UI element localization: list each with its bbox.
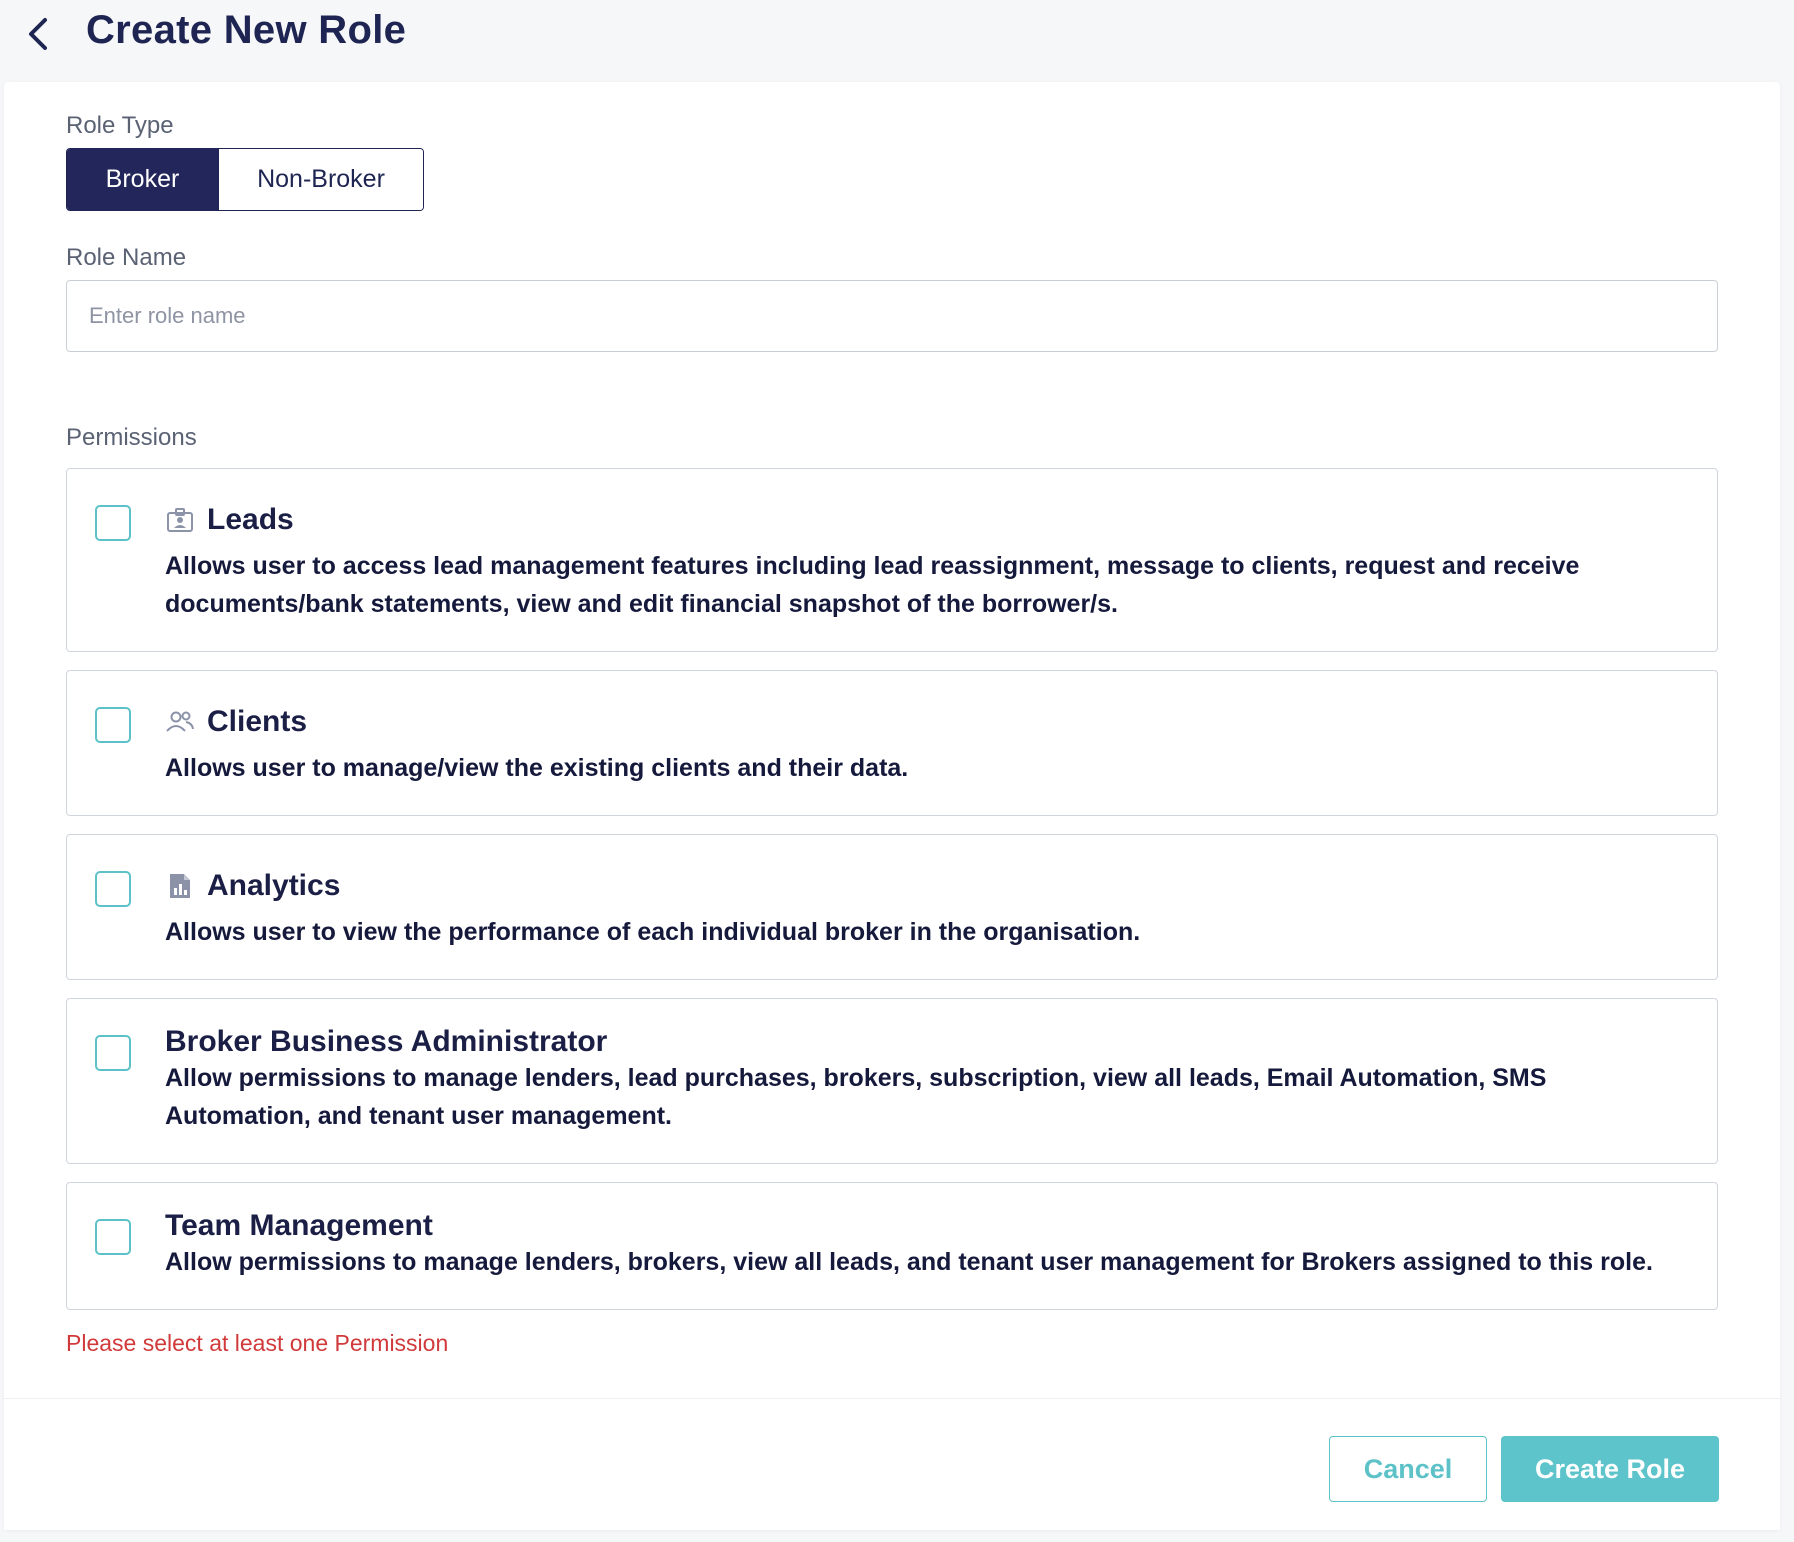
leads-description: Allows user to access lead management fe… bbox=[165, 552, 1580, 618]
page-title: Create New Role bbox=[86, 8, 407, 52]
role-name-input[interactable] bbox=[66, 280, 1718, 352]
broker-business-administrator-title: Broker Business Administrator bbox=[165, 1025, 608, 1058]
role-type-non-broker-button[interactable]: Non-Broker bbox=[218, 149, 423, 210]
chevron-left-icon bbox=[29, 18, 47, 50]
role-name-label: Role Name bbox=[66, 244, 187, 271]
permissions-error-message: Please select at least one Permission bbox=[66, 1330, 449, 1356]
form-footer: Cancel Create Role bbox=[4, 1398, 1780, 1530]
team-management-description: Allow permissions to manage lenders, bro… bbox=[165, 1248, 1653, 1276]
report-chart-icon bbox=[165, 871, 195, 901]
role-type-label: Role Type bbox=[66, 112, 174, 139]
analytics-checkbox[interactable] bbox=[95, 871, 131, 907]
create-role-button[interactable]: Create Role bbox=[1501, 1436, 1719, 1502]
id-badge-icon bbox=[165, 505, 195, 535]
clients-title: Clients bbox=[207, 705, 308, 738]
permissions-label: Permissions bbox=[66, 424, 197, 451]
team-management-title: Team Management bbox=[165, 1209, 433, 1242]
role-type-toggle: Broker Non-Broker bbox=[66, 148, 424, 211]
broker-business-administrator-checkbox[interactable] bbox=[95, 1035, 131, 1071]
page-header: Create New Role bbox=[0, 0, 1794, 80]
permission-card-leads: Leads Allows user to access lead managem… bbox=[66, 468, 1718, 652]
analytics-title: Analytics bbox=[207, 869, 341, 902]
leads-checkbox[interactable] bbox=[95, 505, 131, 541]
permission-card-analytics: Analytics Allows user to view the perfor… bbox=[66, 834, 1718, 980]
leads-title: Leads bbox=[207, 503, 294, 536]
cancel-button[interactable]: Cancel bbox=[1329, 1436, 1487, 1502]
team-management-checkbox[interactable] bbox=[95, 1219, 131, 1255]
broker-business-administrator-description: Allow permissions to manage lenders, lea… bbox=[165, 1064, 1547, 1130]
role-type-broker-button[interactable]: Broker bbox=[67, 149, 218, 210]
clients-checkbox[interactable] bbox=[95, 707, 131, 743]
users-icon bbox=[165, 707, 195, 737]
back-button[interactable] bbox=[20, 14, 56, 54]
role-form-card: Role Type Broker Non-Broker Role Name Pe… bbox=[4, 82, 1780, 1530]
analytics-description: Allows user to view the performance of e… bbox=[165, 918, 1141, 946]
clients-description: Allows user to manage/view the existing … bbox=[165, 754, 909, 782]
permission-card-broker-business-administrator: Broker Business Administrator Allow perm… bbox=[66, 998, 1718, 1164]
permission-card-clients: Clients Allows user to manage/view the e… bbox=[66, 670, 1718, 816]
permission-card-team-management: Team Management Allow permissions to man… bbox=[66, 1182, 1718, 1310]
